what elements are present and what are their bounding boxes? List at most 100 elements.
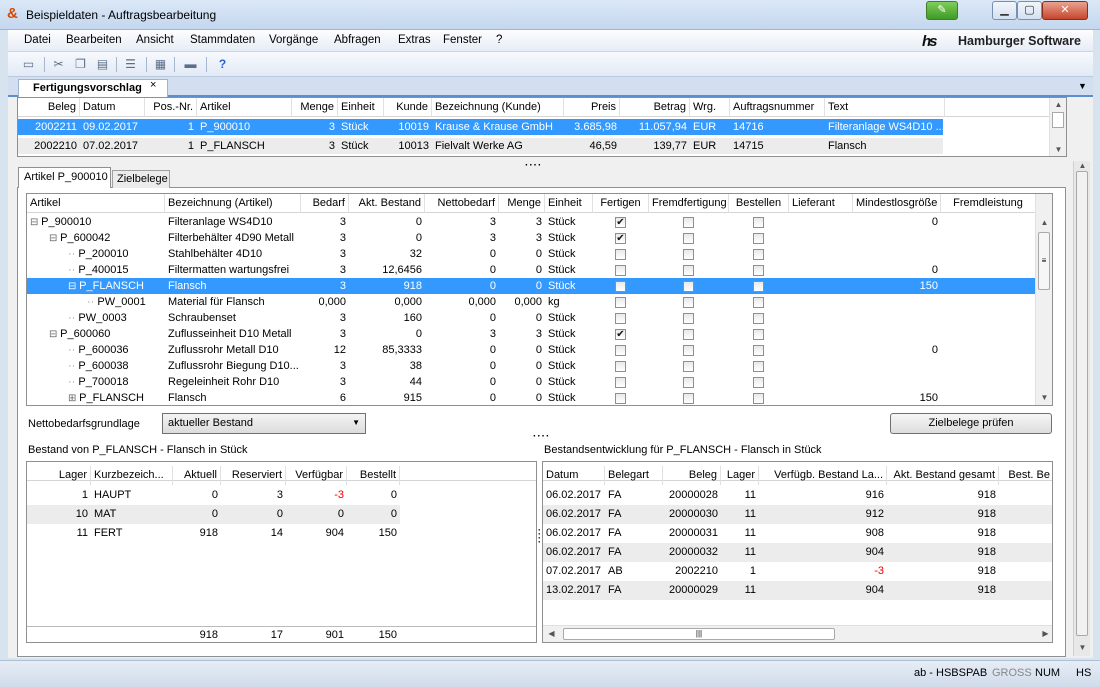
col-auftragsnummer[interactable]: Auftragsnummer bbox=[730, 98, 825, 117]
checkbox-bestellen[interactable] bbox=[753, 361, 764, 372]
col-fremdleistung[interactable]: Fremdleistung bbox=[941, 194, 1036, 213]
scroll-thumb[interactable] bbox=[1052, 112, 1064, 128]
menu-abfragen[interactable]: Abfragen bbox=[334, 34, 381, 46]
menu-ansicht[interactable]: Ansicht bbox=[136, 34, 174, 46]
checkbox-fremd[interactable] bbox=[683, 345, 694, 356]
list-view-icon[interactable]: ☰ bbox=[122, 56, 139, 73]
open-folder-icon[interactable]: ▭ bbox=[20, 56, 37, 73]
col-artikel[interactable]: Artikel bbox=[27, 194, 165, 213]
col-datum[interactable]: Datum bbox=[543, 466, 605, 485]
collapse-icon[interactable]: ⊟ bbox=[30, 217, 41, 228]
scroll-thumb[interactable]: ||| bbox=[563, 628, 835, 640]
checkbox-bestellen[interactable] bbox=[753, 265, 764, 276]
col-bestellen[interactable]: Bestellen bbox=[729, 194, 789, 213]
tab-artikel[interactable]: Artikel P_900010 bbox=[18, 167, 111, 188]
scroll-up-icon[interactable]: ▲ bbox=[1036, 218, 1052, 227]
checkbox-fremd[interactable] bbox=[683, 313, 694, 324]
checkbox-fertigen[interactable] bbox=[615, 313, 626, 324]
horizontal-splitter[interactable]: ···· bbox=[525, 160, 542, 171]
col-menge[interactable]: Menge bbox=[499, 194, 545, 213]
col-beleg[interactable]: Beleg bbox=[663, 466, 721, 485]
col-menge[interactable]: Menge bbox=[292, 98, 338, 117]
col-preis[interactable]: Preis bbox=[564, 98, 620, 117]
page-vscrollbar[interactable]: ▲ ▼ bbox=[1073, 161, 1090, 656]
tree-row[interactable]: ·· P_400015 Filtermatten wartungsfrei 3 12,… bbox=[27, 262, 1036, 278]
col-akt-bestand[interactable]: Akt. Bestand bbox=[349, 194, 425, 213]
checkbox-fremd[interactable] bbox=[683, 265, 694, 276]
col-fremdfertigung[interactable]: Fremdfertigung bbox=[649, 194, 729, 213]
checkbox-fertigen[interactable] bbox=[615, 345, 626, 356]
bestand-row[interactable]: 11 FERT 918 14 904 150 bbox=[27, 524, 400, 543]
menu-bearbeiten[interactable]: Bearbeiten bbox=[66, 34, 122, 46]
tree-row[interactable]: ·· P_600038 Zuflussrohr Biegung D10... 3 38… bbox=[27, 358, 1036, 374]
checkbox-bestellen[interactable] bbox=[753, 281, 764, 292]
col-posnr[interactable]: Pos.-Nr. bbox=[145, 98, 197, 117]
entwicklung-row[interactable]: 06.02.2017 FA 20000032 11 904 918 bbox=[543, 543, 1052, 562]
col-beleg[interactable]: Beleg bbox=[18, 98, 80, 117]
orders-vscrollbar[interactable]: ▲ ▼ bbox=[1049, 98, 1066, 156]
scroll-up-icon[interactable]: ▲ bbox=[1074, 161, 1091, 170]
scroll-down-icon[interactable]: ▼ bbox=[1050, 145, 1066, 154]
col-betrag[interactable]: Betrag bbox=[620, 98, 690, 117]
col-aktuell[interactable]: Aktuell bbox=[173, 466, 221, 485]
checkbox-fremd[interactable] bbox=[683, 393, 694, 404]
bestand-row[interactable]: 10 MAT 0 0 0 0 bbox=[27, 505, 400, 524]
col-lager[interactable]: Lager bbox=[721, 466, 759, 485]
checkbox-fertigen[interactable] bbox=[615, 249, 626, 260]
scroll-down-icon[interactable]: ▼ bbox=[1074, 643, 1091, 652]
checkbox-fertigen[interactable] bbox=[615, 393, 626, 404]
col-verfuegb-bestand[interactable]: Verfügb. Bestand La... bbox=[759, 466, 887, 485]
zielbelege-pruefen-button[interactable]: Zielbelege prüfen bbox=[890, 413, 1052, 434]
col-akt-bestand-gesamt[interactable]: Akt. Bestand gesamt bbox=[887, 466, 999, 485]
menu-extras[interactable]: Extras bbox=[398, 34, 431, 46]
entwicklung-row[interactable]: 07.02.2017 AB 2002210 1 -3 918 bbox=[543, 562, 1052, 581]
col-einheit[interactable]: Einheit bbox=[545, 194, 593, 213]
tree-row[interactable]: ·· P_200010 Stahlbehälter 4D10 3 32 0 0 Stück bbox=[27, 246, 1036, 262]
minimize-button[interactable]: ▁ bbox=[992, 1, 1017, 20]
checkbox-fremd[interactable] bbox=[683, 249, 694, 260]
col-verfuegbar[interactable]: Verfügbar bbox=[286, 466, 347, 485]
checkbox-bestellen[interactable] bbox=[753, 313, 764, 324]
checkbox-fremd[interactable] bbox=[683, 361, 694, 372]
tree-row[interactable]: ⊞ P_FLANSCH Flansch 6 915 0 0 Stück 150 bbox=[27, 390, 1036, 405]
checkbox-fremd[interactable] bbox=[683, 233, 694, 244]
col-waehrung[interactable]: Wrg. bbox=[690, 98, 730, 117]
vertical-splitter[interactable]: · · · · bbox=[538, 526, 541, 547]
checkbox-fremd[interactable] bbox=[683, 377, 694, 388]
collapse-icon[interactable]: ⊟ bbox=[68, 281, 79, 292]
checkbox-bestellen[interactable] bbox=[753, 377, 764, 388]
checkbox-bestellen[interactable] bbox=[753, 217, 764, 228]
menu-vorgaenge[interactable]: Vorgänge bbox=[269, 34, 318, 46]
checkbox-fremd[interactable] bbox=[683, 281, 694, 292]
nettobedarf-select[interactable]: aktueller Bestand ▼ bbox=[162, 413, 366, 434]
col-belegart[interactable]: Belegart bbox=[605, 466, 663, 485]
feature-icon-button[interactable]: ✎ bbox=[926, 1, 958, 20]
checkbox-bestellen[interactable] bbox=[753, 393, 764, 404]
checkbox-fertigen[interactable]: ✔ bbox=[615, 217, 626, 228]
maximize-button[interactable]: ▢ bbox=[1017, 1, 1042, 20]
entwicklung-row[interactable]: 06.02.2017 FA 20000030 11 912 918 bbox=[543, 505, 1052, 524]
close-window-button[interactable]: ✕ bbox=[1042, 1, 1088, 20]
col-best-be[interactable]: Best. Be bbox=[999, 466, 1052, 485]
col-kurzbezeichnung[interactable]: Kurzbezeich... bbox=[91, 466, 173, 485]
checkbox-fremd[interactable] bbox=[683, 329, 694, 340]
tree-row[interactable]: ⊟ P_FLANSCH Flansch 3 918 0 0 Stück 150 bbox=[27, 278, 1036, 294]
tree-vscrollbar[interactable]: ▲ ≡ ▼ bbox=[1035, 194, 1052, 405]
entwicklung-row[interactable]: 06.02.2017 FA 20000028 11 916 918 bbox=[543, 486, 1052, 505]
copy-icon[interactable]: ❐ bbox=[72, 56, 89, 73]
menu-stammdaten[interactable]: Stammdaten bbox=[190, 34, 255, 46]
order-row[interactable]: 2002211 09.02.2017 1 P_900010 3 Stück 10… bbox=[18, 119, 943, 135]
tree-row[interactable]: ·· PW_0001 Material für Flansch 0,000 0,000… bbox=[27, 294, 1036, 310]
scroll-down-icon[interactable]: ▼ bbox=[1036, 393, 1052, 402]
col-datum[interactable]: Datum bbox=[80, 98, 145, 117]
col-bedarf[interactable]: Bedarf bbox=[301, 194, 349, 213]
col-fertigen[interactable]: Fertigen bbox=[593, 194, 649, 213]
col-bezeichnung-artikel[interactable]: Bezeichnung (Artikel) bbox=[165, 194, 301, 213]
col-reserviert[interactable]: Reserviert bbox=[221, 466, 286, 485]
expand-icon[interactable]: ⊞ bbox=[68, 393, 79, 404]
scroll-right-icon[interactable]: ▶ bbox=[1037, 629, 1052, 638]
checkbox-fertigen[interactable]: ✔ bbox=[615, 329, 626, 340]
collapse-icon[interactable]: ⊟ bbox=[49, 329, 60, 340]
checkbox-fertigen[interactable] bbox=[615, 361, 626, 372]
checkbox-bestellen[interactable] bbox=[753, 345, 764, 356]
